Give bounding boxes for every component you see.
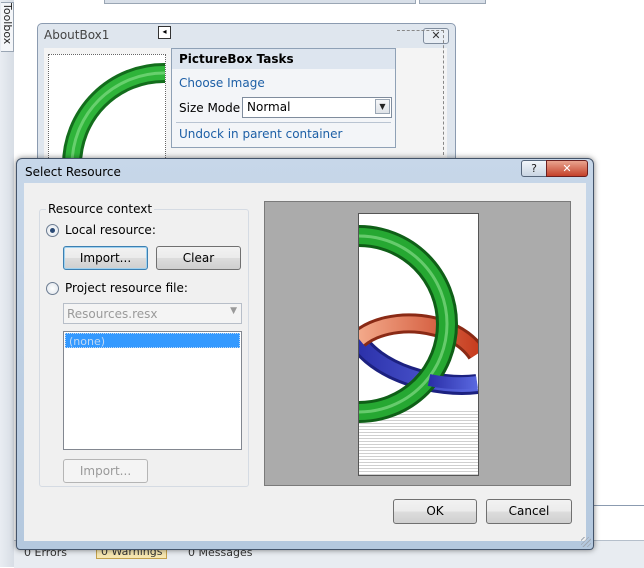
resource-file-select: Resources.resx ▼: [63, 303, 242, 324]
picturebox-image: [62, 63, 165, 171]
tasks-title: PictureBox Tasks: [172, 49, 395, 69]
resize-grip[interactable]: [581, 537, 591, 547]
project-import-button: Import...: [63, 459, 148, 483]
designer-background-edge: [592, 505, 644, 542]
choose-image-link[interactable]: Choose Image: [179, 76, 265, 90]
resource-context-legend: Resource context: [46, 202, 155, 216]
undock-link[interactable]: Undock in parent container: [179, 127, 342, 141]
ok-button[interactable]: OK: [393, 499, 477, 524]
picturebox-control[interactable]: [48, 54, 166, 172]
close-icon[interactable]: ✕: [546, 160, 588, 177]
picturebox-tasks-panel: PictureBox Tasks Choose Image Size Mode …: [171, 48, 396, 148]
local-resource-label[interactable]: Local resource:: [65, 223, 156, 237]
list-item: (none): [65, 333, 240, 348]
rings-logo-image: [359, 225, 478, 475]
chevron-down-icon[interactable]: ▼: [375, 99, 390, 114]
clear-button[interactable]: Clear: [156, 246, 241, 270]
project-resource-label[interactable]: Project resource file:: [65, 281, 188, 295]
resource-file-value: Resources.resx: [67, 307, 158, 321]
import-button[interactable]: Import...: [63, 246, 148, 270]
designer-panel-outline: [397, 30, 444, 155]
help-icon[interactable]: ?: [521, 160, 547, 177]
smart-tag-arrow-icon[interactable]: ◂: [158, 26, 171, 39]
resource-list: (none): [63, 331, 242, 450]
image-preview: [264, 201, 571, 486]
local-resource-radio[interactable]: [46, 224, 59, 237]
dialog-client-area: Resource context Local resource: Import.…: [24, 183, 586, 541]
select-resource-dialog: Select Resource ? ✕ Resource context Loc…: [16, 158, 594, 550]
size-mode-label: Size Mode: [179, 101, 241, 115]
project-resource-radio[interactable]: [46, 282, 59, 295]
form-title: AboutBox1: [44, 28, 110, 42]
chevron-down-icon: ▼: [230, 306, 237, 316]
tasks-divider: [176, 122, 391, 123]
cancel-button[interactable]: Cancel: [486, 499, 572, 524]
preview-image: [358, 213, 479, 476]
size-mode-value: Normal: [247, 100, 291, 114]
dialog-title: Select Resource: [25, 165, 121, 179]
size-mode-select[interactable]: Normal ▼: [242, 97, 392, 118]
toolbox-strip: Toolbox: [0, 0, 15, 567]
toolbox-tab[interactable]: Toolbox: [1, 2, 14, 52]
